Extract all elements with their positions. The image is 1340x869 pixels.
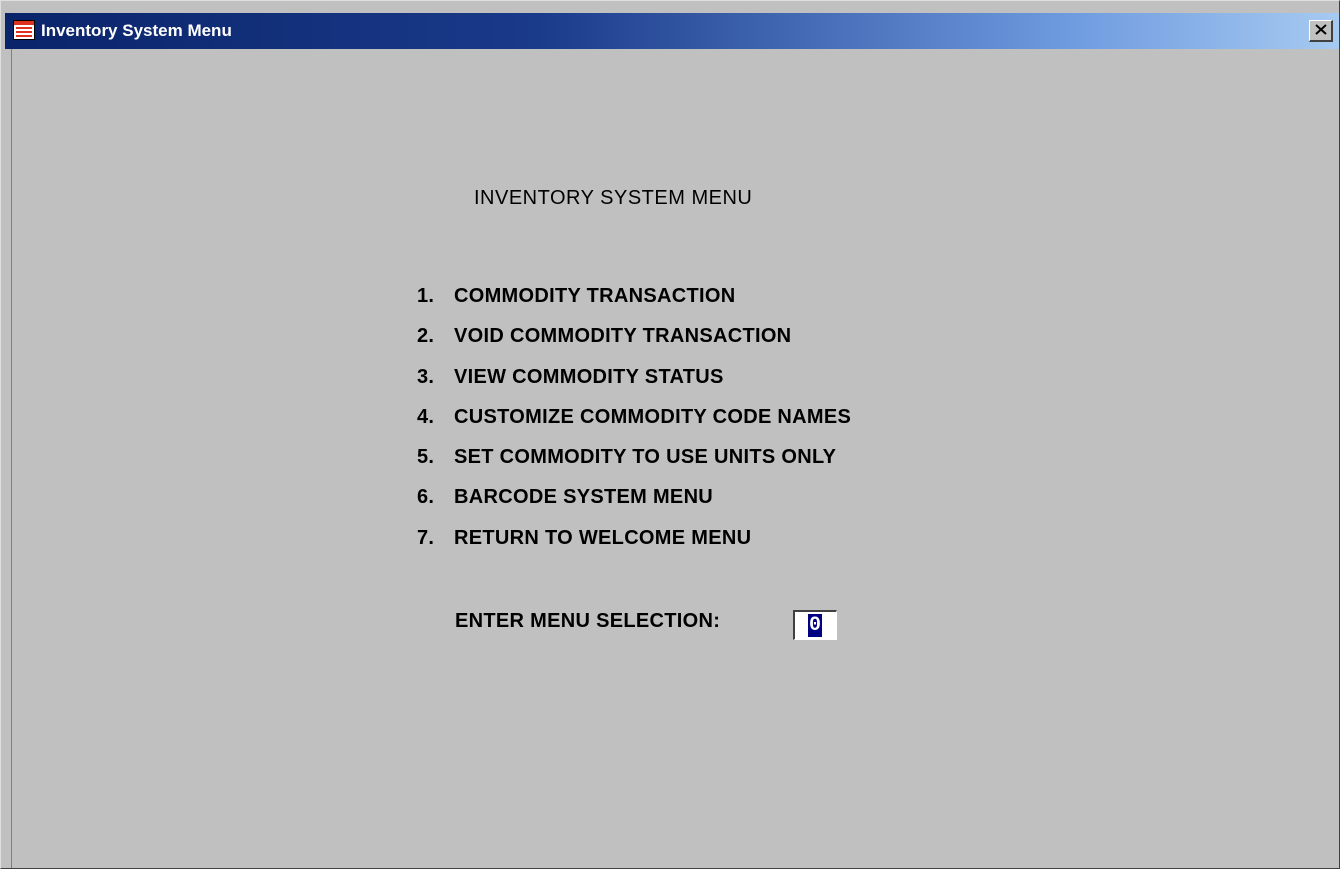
menu-item-number: 5.	[417, 446, 435, 469]
menu-item-label: RETURN TO WELCOME MENU	[454, 526, 752, 549]
menu-item-label: VIEW COMMODITY STATUS	[454, 365, 724, 388]
menu-item-number: 6.	[417, 486, 435, 509]
menu-item-number: 7.	[417, 526, 435, 549]
menu-list: 1. COMMODITY TRANSACTION 2. VOID COMMODITY…	[417, 283, 851, 565]
menu-item-number: 4.	[417, 405, 435, 428]
menu-item-customize-code-names[interactable]: 4. CUSTOMIZE COMMODITY CODE NAMES	[417, 404, 851, 444]
form-window-icon	[13, 20, 35, 40]
menu-selection-label: ENTER MENU SELECTION:	[455, 610, 721, 632]
menu-item-label: COMMODITY TRANSACTION	[454, 285, 736, 307]
menu-selection-input[interactable]: 0	[793, 610, 837, 640]
menu-item-label: VOID COMMODITY TRANSACTION	[454, 325, 792, 348]
menu-item-number: 2.	[417, 325, 435, 348]
menu-item-label: SET COMMODITY TO USE UNITS ONLY	[454, 446, 837, 469]
menu-item-void-commodity-transaction[interactable]: 2. VOID COMMODITY TRANSACTION	[417, 323, 851, 363]
menu-item-label: BARCODE SYSTEM MENU	[454, 486, 714, 509]
close-button[interactable]	[1309, 20, 1333, 42]
window-title: Inventory System Menu	[41, 21, 232, 40]
menu-item-number: 1.	[417, 285, 435, 307]
menu-item-set-units-only[interactable]: 5. SET COMMODITY TO USE UNITS ONLY	[417, 444, 851, 484]
title-bar[interactable]: Inventory System Menu	[5, 13, 1339, 49]
close-icon	[1314, 22, 1327, 40]
menu-item-barcode-system-menu[interactable]: 6. BARCODE SYSTEM MENU	[417, 484, 851, 524]
menu-item-commodity-transaction[interactable]: 1. COMMODITY TRANSACTION	[417, 283, 851, 323]
menu-item-view-commodity-status[interactable]: 3. VIEW COMMODITY STATUS	[417, 364, 851, 404]
menu-item-number: 3.	[417, 365, 435, 388]
menu-heading: INVENTORY SYSTEM MENU	[474, 187, 753, 209]
inventory-menu-window: Inventory System Menu INVENTORY SYSTEM M…	[0, 0, 1340, 869]
menu-item-label: CUSTOMIZE COMMODITY CODE NAMES	[454, 405, 852, 428]
menu-selection-value: 0	[808, 614, 822, 637]
menu-item-return-to-welcome[interactable]: 7. RETURN TO WELCOME MENU	[417, 525, 851, 565]
